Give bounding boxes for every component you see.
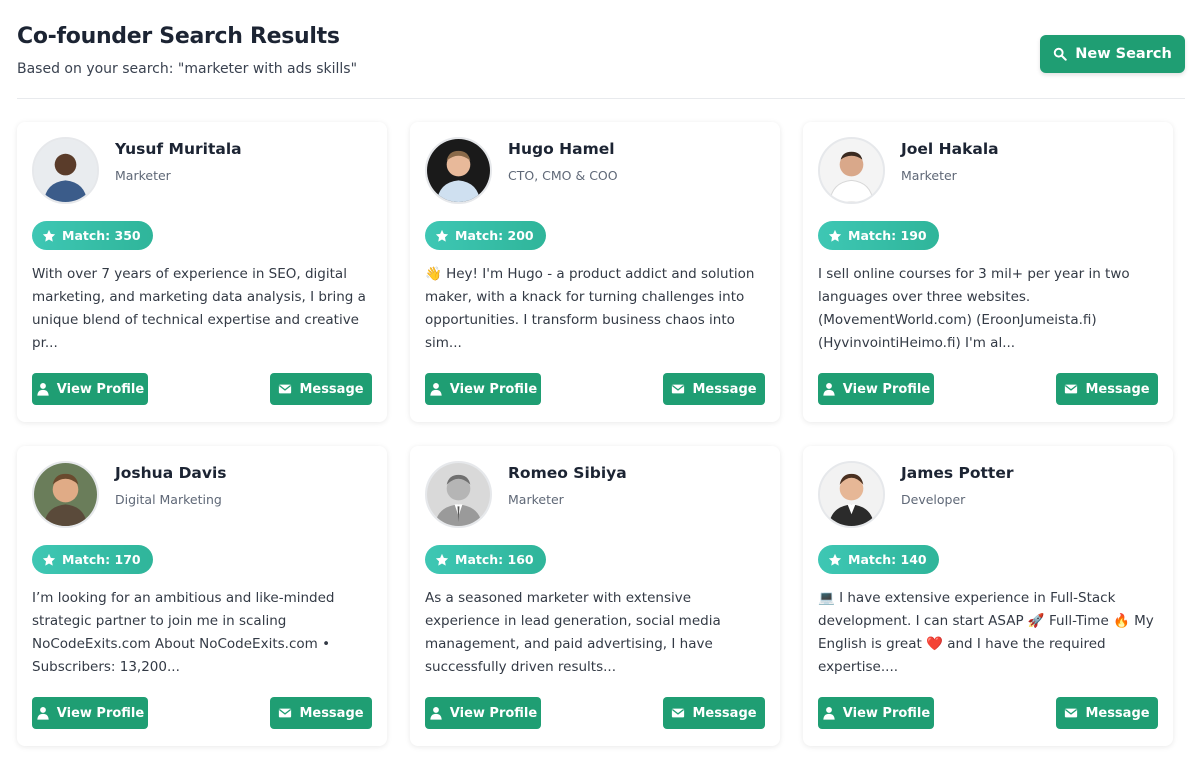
- profile-role: Marketer: [901, 168, 957, 183]
- search-query-subtitle: Based on your search: "marketer with ads…: [17, 61, 358, 77]
- star-icon: [828, 229, 842, 242]
- match-score: Match: 190: [848, 228, 927, 243]
- profile-bio: With over 7 years of experience in SEO, …: [32, 266, 366, 351]
- profile-role: Marketer: [115, 168, 171, 183]
- match-badge: Match: 160: [425, 545, 546, 574]
- message-button[interactable]: Message: [270, 373, 372, 405]
- message-button[interactable]: Message: [663, 373, 765, 405]
- message-button[interactable]: Message: [663, 697, 765, 729]
- star-icon: [42, 553, 56, 566]
- view-profile-label: View Profile: [449, 381, 538, 397]
- match-score: Match: 350: [62, 228, 141, 243]
- user-icon: [430, 383, 442, 396]
- page-title: Co-founder Search Results: [17, 24, 340, 49]
- profile-role: Digital Marketing: [115, 492, 222, 507]
- avatar: [425, 137, 492, 204]
- profile-card: James Potter Developer Match: 140 💻 I ha…: [803, 446, 1173, 746]
- profile-role: Developer: [901, 492, 966, 507]
- profile-name[interactable]: Romeo Sibiya: [508, 464, 627, 482]
- message-label: Message: [692, 705, 757, 721]
- profile-bio: I sell online courses for 3 mil+ per yea…: [818, 266, 1130, 351]
- envelope-icon: [279, 384, 292, 394]
- view-profile-button[interactable]: View Profile: [32, 697, 148, 729]
- view-profile-label: View Profile: [449, 705, 538, 721]
- profile-name[interactable]: Yusuf Muritala: [115, 140, 242, 158]
- message-label: Message: [299, 705, 364, 721]
- match-score: Match: 170: [62, 552, 141, 567]
- profile-card: Joshua Davis Digital Marketing Match: 17…: [17, 446, 387, 746]
- avatar: [818, 461, 885, 528]
- avatar: [32, 137, 99, 204]
- user-icon: [823, 383, 835, 396]
- profile-name[interactable]: James Potter: [901, 464, 1014, 482]
- message-label: Message: [1085, 381, 1150, 397]
- match-badge: Match: 200: [425, 221, 546, 250]
- match-score: Match: 160: [455, 552, 534, 567]
- profile-bio: I’m looking for an ambitious and like-mi…: [32, 590, 335, 675]
- envelope-icon: [672, 708, 685, 718]
- match-badge: Match: 350: [32, 221, 153, 250]
- envelope-icon: [1065, 384, 1078, 394]
- new-search-label: New Search: [1075, 46, 1172, 62]
- view-profile-label: View Profile: [56, 381, 145, 397]
- profile-name[interactable]: Joel Hakala: [901, 140, 999, 158]
- match-badge: Match: 140: [818, 545, 939, 574]
- match-badge: Match: 170: [32, 545, 153, 574]
- message-label: Message: [1085, 705, 1150, 721]
- search-icon: [1054, 47, 1067, 61]
- envelope-icon: [279, 708, 292, 718]
- message-label: Message: [692, 381, 757, 397]
- view-profile-button[interactable]: View Profile: [425, 697, 541, 729]
- profile-bio: 👋 Hey! I'm Hugo - a product addict and s…: [425, 266, 755, 351]
- match-score: Match: 200: [455, 228, 534, 243]
- view-profile-button[interactable]: View Profile: [818, 697, 934, 729]
- profile-card: Yusuf Muritala Marketer Match: 350 With …: [17, 122, 387, 422]
- view-profile-button[interactable]: View Profile: [32, 373, 148, 405]
- user-icon: [37, 707, 49, 720]
- profile-role: CTO, CMO & COO: [508, 168, 618, 183]
- user-icon: [430, 707, 442, 720]
- user-icon: [37, 383, 49, 396]
- profile-name[interactable]: Joshua Davis: [115, 464, 227, 482]
- match-score: Match: 140: [848, 552, 927, 567]
- profile-name[interactable]: Hugo Hamel: [508, 140, 615, 158]
- message-button[interactable]: Message: [1056, 373, 1158, 405]
- star-icon: [435, 229, 449, 242]
- message-button[interactable]: Message: [1056, 697, 1158, 729]
- message-button[interactable]: Message: [270, 697, 372, 729]
- avatar: [818, 137, 885, 204]
- envelope-icon: [672, 384, 685, 394]
- view-profile-label: View Profile: [56, 705, 145, 721]
- star-icon: [828, 553, 842, 566]
- view-profile-label: View Profile: [842, 705, 931, 721]
- view-profile-button[interactable]: View Profile: [425, 373, 541, 405]
- profile-card: Hugo Hamel CTO, CMO & COO Match: 200 👋 H…: [410, 122, 780, 422]
- view-profile-label: View Profile: [842, 381, 931, 397]
- avatar: [425, 461, 492, 528]
- match-badge: Match: 190: [818, 221, 939, 250]
- avatar: [32, 461, 99, 528]
- user-icon: [823, 707, 835, 720]
- view-profile-button[interactable]: View Profile: [818, 373, 934, 405]
- profile-card: Romeo Sibiya Marketer Match: 160 As a se…: [410, 446, 780, 746]
- envelope-icon: [1065, 708, 1078, 718]
- profile-bio: As a seasoned marketer with extensive ex…: [425, 590, 721, 675]
- star-icon: [435, 553, 449, 566]
- profile-role: Marketer: [508, 492, 564, 507]
- page-header: Co-founder Search Results Based on your …: [17, 0, 1185, 99]
- star-icon: [42, 229, 56, 242]
- new-search-button[interactable]: New Search: [1040, 35, 1185, 73]
- profile-bio: 💻 I have extensive experience in Full-St…: [818, 590, 1154, 675]
- message-label: Message: [299, 381, 364, 397]
- profile-card: Joel Hakala Marketer Match: 190 I sell o…: [803, 122, 1173, 422]
